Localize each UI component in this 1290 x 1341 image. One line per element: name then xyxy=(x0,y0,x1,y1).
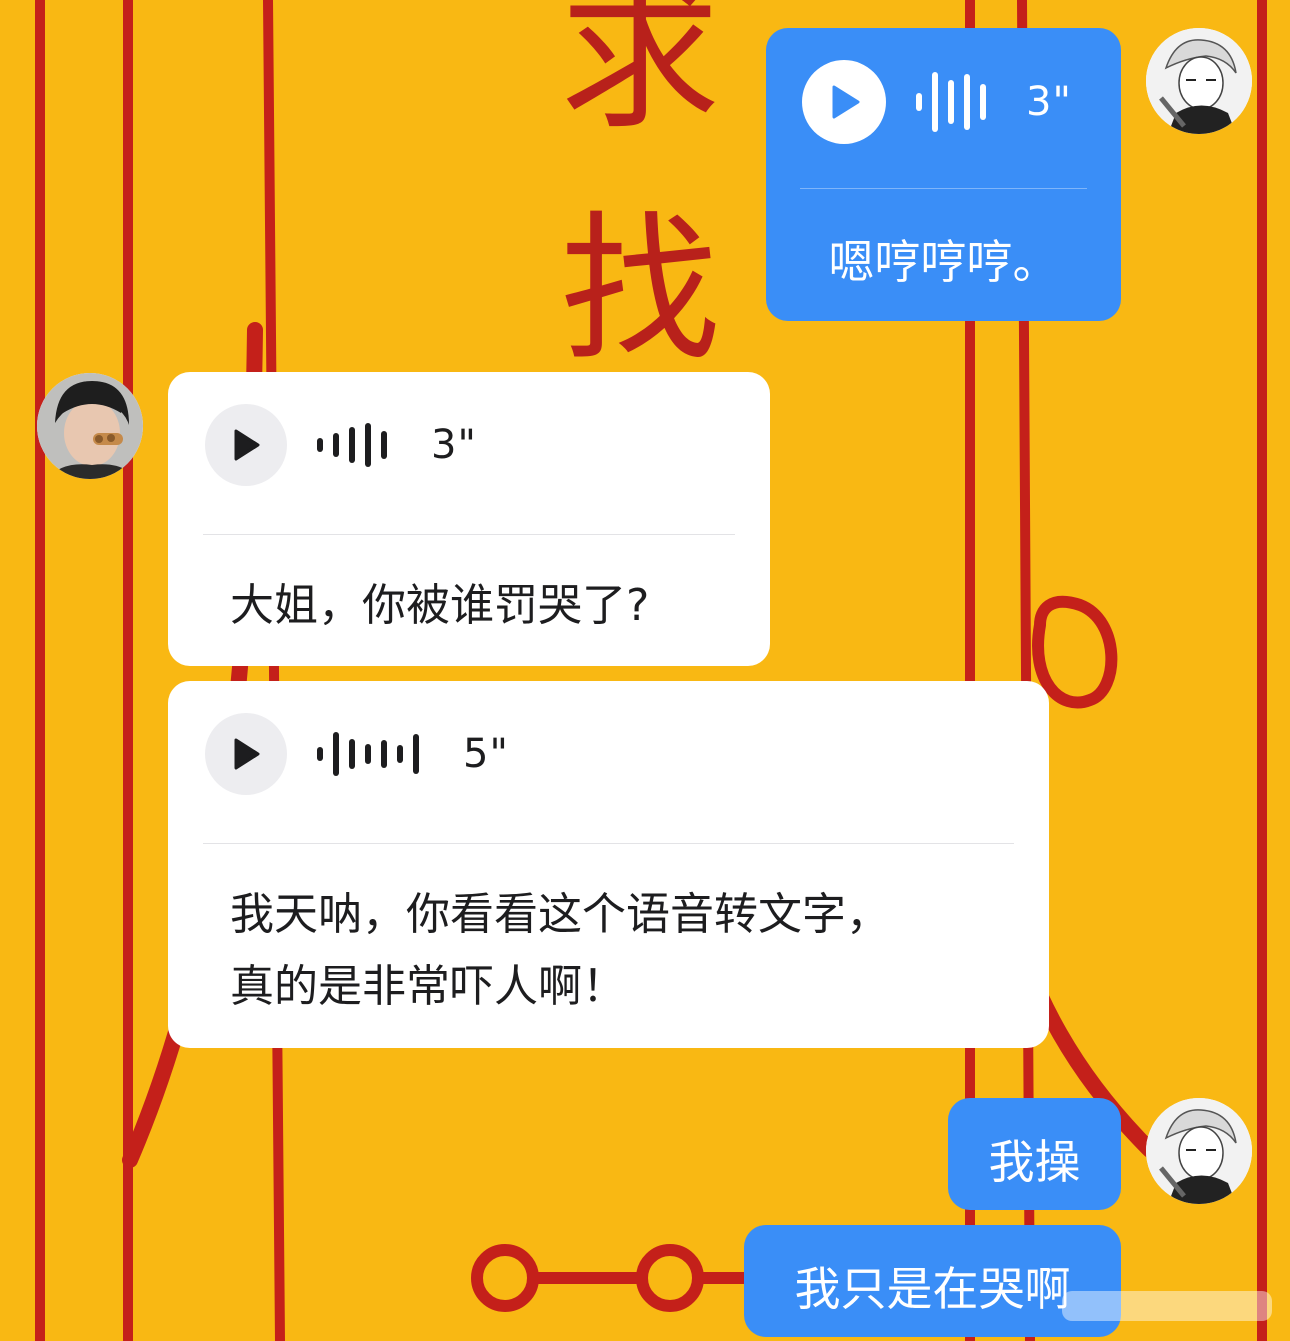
watermark xyxy=(1062,1291,1272,1321)
play-button[interactable] xyxy=(205,713,287,795)
voice-duration: 3" xyxy=(431,422,477,468)
divider xyxy=(800,188,1087,189)
waveform-icon xyxy=(317,423,387,467)
outgoing-voice-message[interactable]: 3" 嗯哼哼哼。 xyxy=(766,28,1121,321)
background-glyph-2: 找 xyxy=(560,196,721,383)
outgoing-text-message[interactable]: 我只是在哭啊 xyxy=(744,1225,1121,1337)
voice-transcript: 嗯哼哼哼。 xyxy=(828,235,1059,289)
outgoing-text-message[interactable]: 我操 xyxy=(948,1098,1121,1210)
divider xyxy=(203,534,735,535)
background-glyph-1: 求 xyxy=(560,0,721,151)
voice-transcript: 大姐，你被谁罚哭了? xyxy=(230,580,650,631)
incoming-voice-message[interactable]: 5" 我天呐，你看看这个语音转文字， 真的是非常吓人啊！ xyxy=(168,681,1049,1048)
incoming-voice-message[interactable]: 3" 大姐，你被谁罚哭了? xyxy=(168,372,770,666)
anime-avatar-icon xyxy=(1146,1098,1252,1204)
voice-duration: 3" xyxy=(1026,79,1072,125)
anime-avatar-icon xyxy=(1146,28,1252,134)
play-button[interactable] xyxy=(802,60,886,144)
voice-duration: 5" xyxy=(463,731,509,777)
waveform-icon xyxy=(317,732,419,776)
contact-avatar[interactable] xyxy=(37,373,143,479)
photo-avatar-icon xyxy=(37,373,143,479)
play-icon xyxy=(832,85,860,119)
play-button[interactable] xyxy=(205,404,287,486)
play-icon xyxy=(234,738,260,770)
sender-avatar[interactable] xyxy=(1146,28,1252,134)
divider xyxy=(203,843,1014,844)
waveform-icon xyxy=(916,72,986,132)
message-text: 我操 xyxy=(988,1135,1081,1189)
sender-avatar[interactable] xyxy=(1146,1098,1252,1204)
play-icon xyxy=(234,429,260,461)
voice-transcript: 我天呐，你看看这个语音转文字， 真的是非常吓人啊！ xyxy=(230,889,890,1012)
